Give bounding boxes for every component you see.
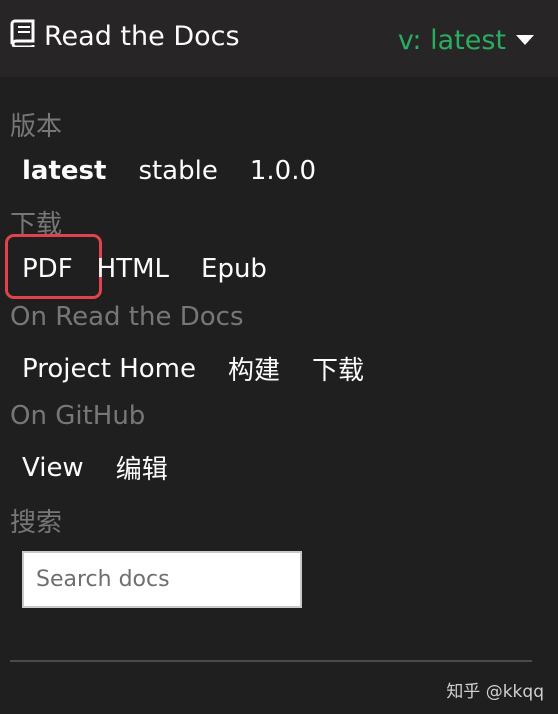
version-label: v: latest (397, 24, 506, 56)
version-link-stable[interactable]: stable (138, 156, 217, 186)
watermark: 知乎 @kkqq (446, 682, 544, 702)
on-rtd-list: Project Home 构建 下载 (22, 350, 396, 387)
footer-divider (10, 660, 532, 662)
on-github-list: View 编辑 (22, 449, 200, 486)
download-link-epub[interactable]: Epub (201, 254, 267, 284)
downloads-page-link[interactable]: 下载 (312, 350, 364, 387)
search-title: 搜索 (10, 508, 63, 538)
caret-down-icon (516, 35, 534, 45)
version-selector[interactable]: v: latest (398, 20, 534, 60)
project-home-link[interactable]: Project Home (22, 354, 196, 384)
version-link-latest[interactable]: latest (22, 156, 106, 186)
on-github-title: On GitHub (10, 401, 146, 431)
versions-title: 版本 (10, 112, 63, 142)
version-link-1-0-0[interactable]: 1.0.0 (250, 156, 316, 186)
builds-link[interactable]: 构建 (228, 350, 280, 387)
book-icon (10, 19, 36, 54)
github-view-link[interactable]: View (22, 453, 84, 483)
rtd-brand[interactable]: Read the Docs (10, 16, 240, 56)
search-input[interactable] (22, 551, 302, 608)
github-edit-link[interactable]: 编辑 (116, 449, 168, 486)
on-rtd-title: On Read the Docs (10, 302, 244, 332)
versions-list: latest stable 1.0.0 (22, 156, 348, 186)
downloads-list: PDF HTML Epub (22, 254, 299, 284)
download-link-pdf[interactable]: PDF (22, 254, 73, 284)
brand-label: Read the Docs (44, 20, 240, 52)
download-link-html[interactable]: HTML (97, 254, 169, 284)
rtd-header: Read the Docs v: latest (0, 0, 558, 77)
